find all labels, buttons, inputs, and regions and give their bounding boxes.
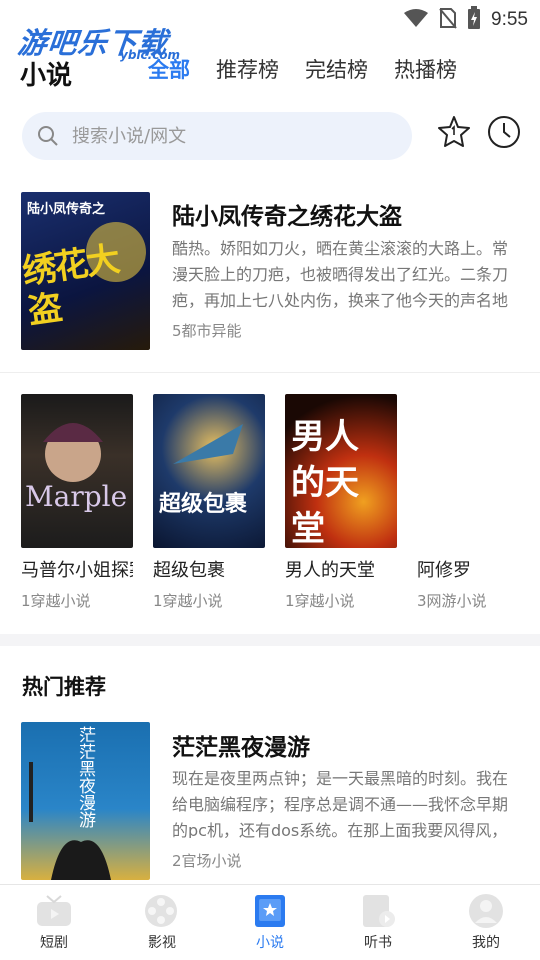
- grid-book-title[interactable]: 阿修罗: [417, 556, 529, 582]
- grid-book-1[interactable]: Marple 马普尔小姐探案 1穿越小说: [21, 394, 133, 611]
- section-separator: [0, 634, 540, 646]
- grid-book-3[interactable]: 男人的天堂 男人的天堂 1穿越小说: [285, 394, 397, 611]
- divider: [0, 372, 540, 373]
- no-sim-icon: [439, 7, 457, 33]
- nav-novel[interactable]: 小说: [216, 885, 324, 960]
- wifi-icon: [403, 8, 429, 32]
- grid-book-cover[interactable]: 男人的天堂: [285, 394, 397, 548]
- grid-book-cover[interactable]: 超级包裹: [153, 394, 265, 548]
- nav-film[interactable]: 影视: [108, 885, 216, 960]
- profile-icon: [467, 893, 505, 929]
- search-bar[interactable]: [22, 112, 412, 160]
- grid-book-category: 3网游小说: [417, 592, 487, 610]
- grid-cover-text: 男人的天堂: [291, 417, 359, 548]
- grid-book-4[interactable]: 阿修罗 3网游小说: [417, 394, 529, 611]
- film-reel-icon: [143, 893, 181, 929]
- grid-book-category: 1穿越小说: [153, 592, 223, 610]
- audiobook-icon: [359, 893, 397, 929]
- tab-trending[interactable]: 热播榜: [394, 54, 457, 84]
- grid-book-category: 1穿越小说: [285, 592, 355, 610]
- tab-all[interactable]: 全部: [148, 54, 190, 84]
- battery-charging-icon: [467, 6, 481, 34]
- bottom-nav: 短剧 影视 小说 听书 我的: [0, 884, 540, 960]
- nav-label: 短剧: [40, 935, 68, 951]
- hot-section-title: 热门推荐: [22, 675, 106, 699]
- featured-book-description: 酷热。娇阳如刀火，晒在黄尘滚滚的大路上。常漫天脸上的刀疤，也被晒得发出了红光。二…: [172, 239, 509, 308]
- history-button[interactable]: [486, 116, 522, 152]
- grid-book-title[interactable]: 马普尔小姐探案: [21, 556, 133, 582]
- grid-book-title[interactable]: 超级包裹: [153, 556, 265, 582]
- grid-book-cover[interactable]: [417, 394, 529, 548]
- tab-recommended[interactable]: 推荐榜: [216, 54, 279, 84]
- book-icon: [251, 893, 289, 929]
- featured-book-cover[interactable]: 陆小凤传奇之 绣花大盗: [21, 192, 150, 350]
- nav-label: 影视: [148, 935, 176, 951]
- nav-label: 小说: [256, 935, 284, 951]
- nav-short-drama[interactable]: 短剧: [0, 885, 108, 960]
- featured-book-title[interactable]: 陆小凤传奇之绣花大盗: [172, 197, 402, 231]
- grid-cover-text: 超级包裹: [159, 492, 248, 517]
- clock-icon: [487, 115, 521, 153]
- star-icon: [437, 115, 471, 153]
- featured-cover-big-text: 绣花大盗: [21, 239, 121, 332]
- search-icon: [36, 124, 60, 148]
- grid-book-2[interactable]: 超级包裹 超级包裹 1穿越小说: [153, 394, 265, 611]
- search-input[interactable]: [72, 125, 372, 147]
- favorites-button[interactable]: [436, 116, 472, 152]
- hot-book-cover[interactable]: 茫茫黑夜漫游: [21, 722, 150, 880]
- short-drama-icon: [35, 893, 73, 929]
- nav-label: 听书: [364, 935, 392, 951]
- nav-audiobook[interactable]: 听书: [324, 885, 432, 960]
- hot-book-title[interactable]: 茫茫黑夜漫游: [172, 728, 310, 762]
- tab-completed[interactable]: 完结榜: [305, 54, 368, 84]
- nav-profile[interactable]: 我的: [432, 885, 540, 960]
- nav-label: 我的: [472, 935, 500, 951]
- grid-book-category: 1穿越小说: [21, 592, 91, 610]
- hot-book-description: 现在是夜里两点钟；是一天最黑暗的时刻。我在给电脑编程序；程序总是调不通——我怀念…: [172, 769, 509, 838]
- status-time: 9:55: [491, 9, 528, 30]
- grid-book-cover[interactable]: Marple: [21, 394, 133, 548]
- grid-cover-text: Marple: [25, 480, 128, 513]
- hot-book-category: 2官场小说: [172, 852, 242, 870]
- page-title: 小说: [20, 61, 73, 91]
- featured-cover-caption: 陆小凤传奇之: [27, 202, 106, 217]
- category-tabs: 全部 推荐榜 完结榜 热播榜: [148, 54, 457, 84]
- featured-book-category: 5都市异能: [172, 322, 242, 340]
- grid-book-title[interactable]: 男人的天堂: [285, 556, 397, 582]
